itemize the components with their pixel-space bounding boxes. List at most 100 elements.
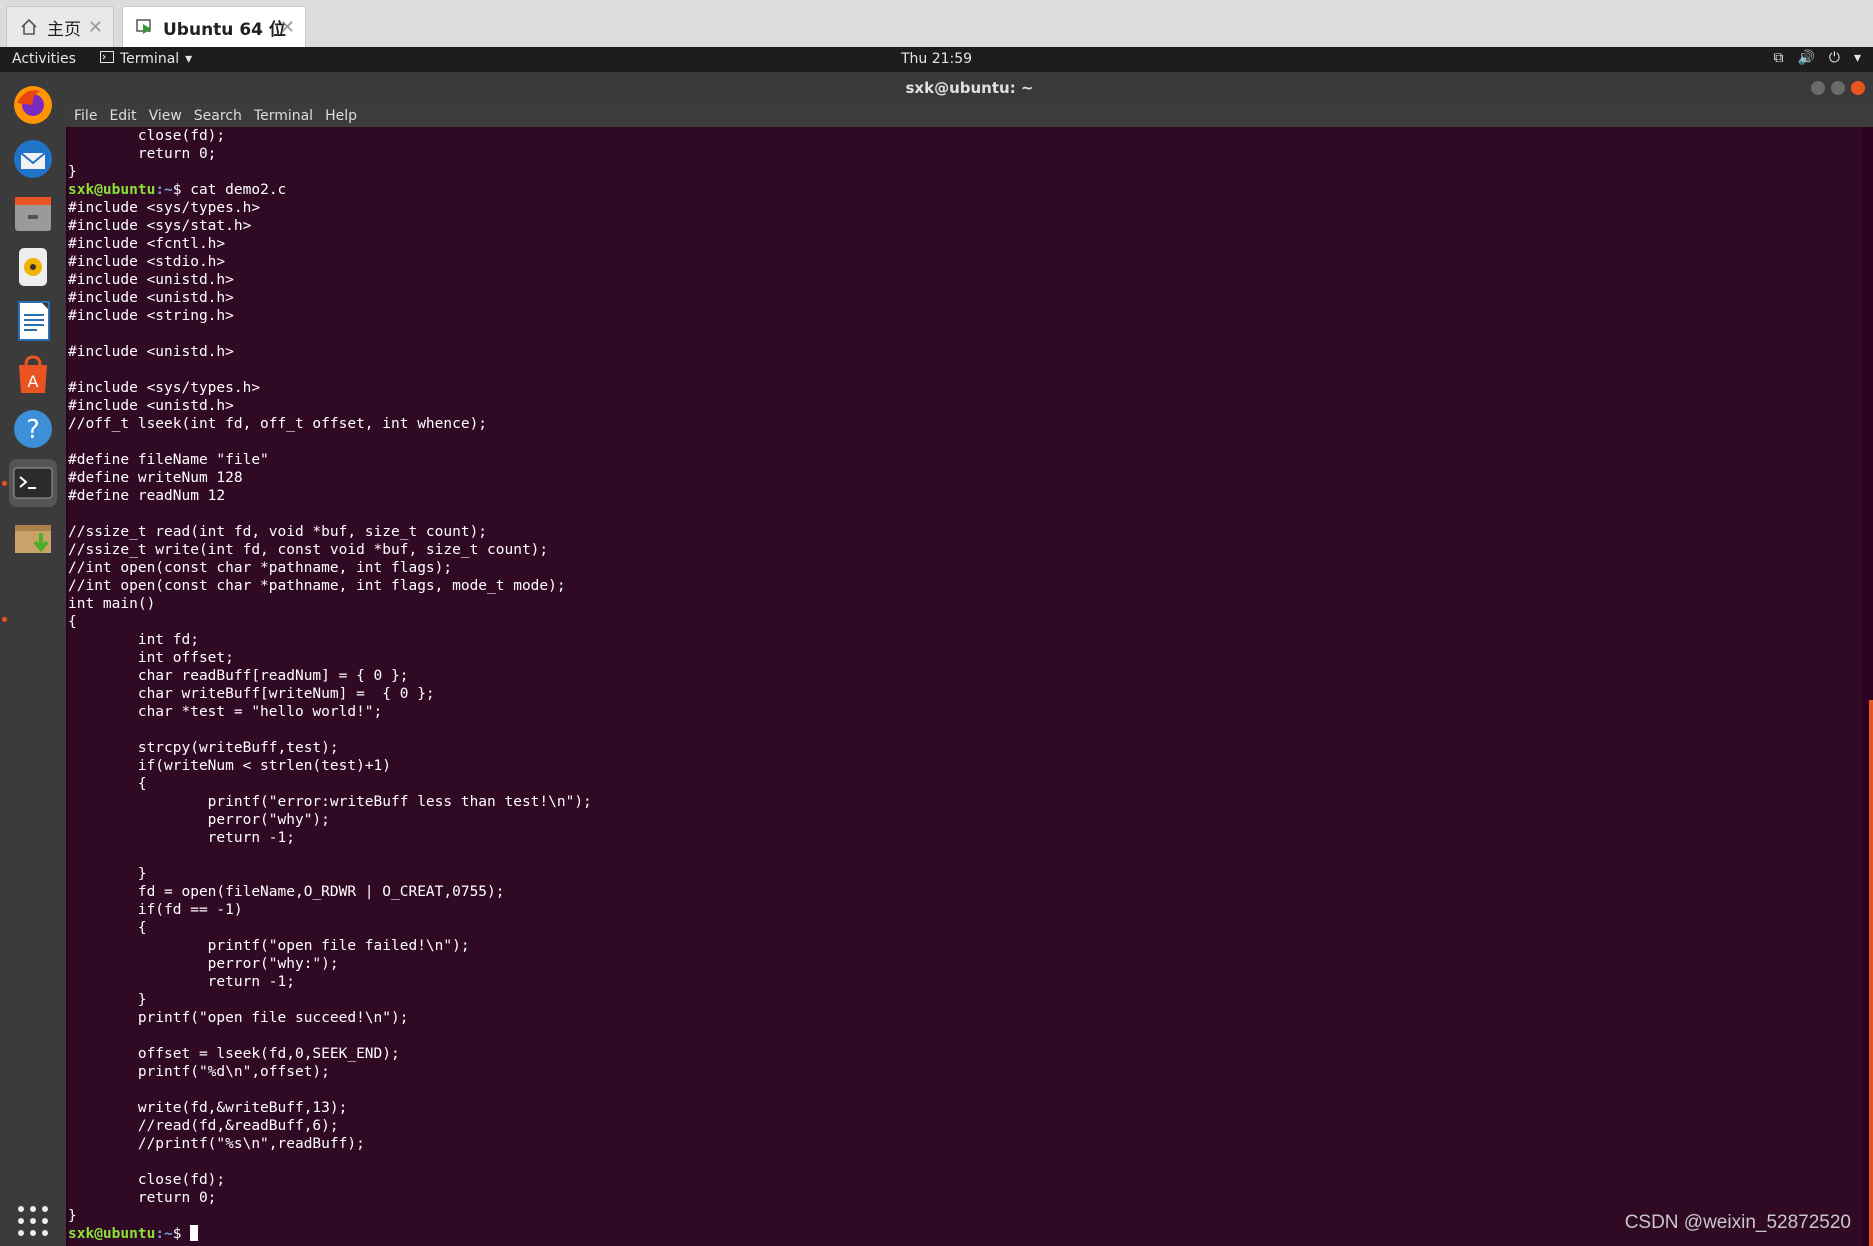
code-line: char writeBuff[writeNum] = { 0 };: [68, 686, 435, 702]
code-line: int main(): [68, 596, 156, 612]
prompt-path: :~: [155, 1226, 173, 1242]
menu-edit[interactable]: Edit: [109, 108, 136, 124]
prompt-user: sxk@ubuntu: [68, 1226, 156, 1242]
menu-terminal[interactable]: Terminal: [254, 108, 313, 124]
code-line: #define fileName "file": [68, 452, 269, 468]
minimize-button[interactable]: [1811, 81, 1825, 95]
window-title-bar[interactable]: sxk@ubuntu: ~: [66, 72, 1873, 104]
scrollbar[interactable]: [1869, 700, 1873, 1246]
code-line: #include <unistd.h>: [68, 344, 234, 360]
prompt-user: sxk@ubuntu: [68, 182, 156, 198]
tab-home-label: 主页: [47, 19, 81, 40]
menu-search[interactable]: Search: [194, 108, 242, 124]
code-line: perror("why");: [68, 812, 330, 828]
help-icon[interactable]: ?: [9, 405, 57, 453]
code-line: //read(fd,&readBuff,6);: [68, 1118, 339, 1134]
code-line: #include <unistd.h>: [68, 290, 234, 306]
libreoffice-writer-icon[interactable]: [9, 297, 57, 345]
code-line: return -1;: [68, 974, 295, 990]
terminal-icon[interactable]: [9, 459, 57, 507]
terminal-output[interactable]: close(fd); return 0;} sxk@ubuntu:~$ cat …: [68, 127, 1863, 1246]
terminal-menubar: File Edit View Search Terminal Help: [66, 104, 1873, 127]
code-line: char readBuff[readNum] = { 0 };: [68, 668, 409, 684]
prompt-symbol: $: [172, 1226, 191, 1242]
current-prompt[interactable]: sxk@ubuntu:~$: [68, 1225, 1863, 1243]
code-line: #include <stdio.h>: [68, 254, 226, 270]
code-line: #include <sys/types.h>: [68, 380, 261, 396]
thunderbird-icon[interactable]: [9, 135, 57, 183]
tab-ubuntu-vm[interactable]: Ubuntu 64 位 ✕: [122, 6, 306, 47]
code-line: //ssize_t write(int fd, const void *buf,…: [68, 542, 549, 558]
volume-icon: 🔊: [1797, 50, 1815, 66]
code-line: //printf("%s\n",readBuff);: [68, 1136, 365, 1152]
menu-help[interactable]: Help: [325, 108, 357, 124]
clock[interactable]: Thu 21:59: [0, 51, 1873, 67]
text-cursor: [190, 1225, 199, 1241]
code-line: printf("%d\n",offset);: [68, 1064, 330, 1080]
menu-view[interactable]: View: [149, 108, 182, 124]
code-line: write(fd,&writeBuff,13);: [68, 1100, 348, 1116]
code-line: {: [68, 614, 77, 630]
code-line: {: [68, 920, 147, 936]
code-line: }: [68, 164, 77, 180]
code-line: }: [68, 866, 147, 882]
code-line: close(fd);: [68, 128, 226, 144]
prompt-symbol: $: [172, 182, 191, 198]
system-tray[interactable]: ⧉ 🔊 ⏻ ▾: [1773, 50, 1861, 66]
svg-text:?: ?: [26, 415, 40, 445]
firefox-icon[interactable]: [9, 81, 57, 129]
code-line: char *test = "hello world!";: [68, 704, 383, 720]
command-text: cat demo2.c: [190, 182, 287, 198]
tab-home[interactable]: 主页 ✕: [6, 6, 114, 47]
code-line: return 0;: [68, 146, 217, 162]
code-line: }: [68, 1208, 77, 1224]
dock: A ?: [0, 72, 66, 1246]
maximize-button[interactable]: [1831, 81, 1845, 95]
code-line: //int open(const char *pathname, int fla…: [68, 578, 566, 594]
code-line: #include <fcntl.h>: [68, 236, 226, 252]
command-line: sxk@ubuntu:~$ cat demo2.c: [68, 181, 1863, 199]
show-apps-icon[interactable]: [9, 1197, 57, 1245]
code-line: int offset;: [68, 650, 234, 666]
code-line: #include <string.h>: [68, 308, 234, 324]
code-line: offset = lseek(fd,0,SEEK_END);: [68, 1046, 400, 1062]
installer-icon[interactable]: [9, 513, 57, 561]
code-line: //int open(const char *pathname, int fla…: [68, 560, 453, 576]
code-line: int fd;: [68, 632, 199, 648]
close-icon[interactable]: ✕: [280, 17, 295, 38]
close-icon[interactable]: ✕: [88, 17, 103, 38]
file-contents: #include <sys/types.h> #include <sys/stat…: [68, 199, 1863, 1225]
svg-text:A: A: [28, 372, 39, 391]
code-line: strcpy(writeBuff,test);: [68, 740, 339, 756]
code-line: return 0;: [68, 1190, 217, 1206]
code-line: #define readNum 12: [68, 488, 226, 504]
home-icon: [19, 17, 39, 37]
running-indicator: [2, 481, 7, 486]
code-line: perror("why:");: [68, 956, 339, 972]
vm-icon: [135, 17, 155, 37]
menu-file[interactable]: File: [74, 108, 97, 124]
close-button[interactable]: [1851, 81, 1865, 95]
code-line: if(fd == -1): [68, 902, 243, 918]
rhythmbox-icon[interactable]: [9, 243, 57, 291]
code-line: #include <sys/types.h>: [68, 200, 261, 216]
code-line: #include <unistd.h>: [68, 272, 234, 288]
window-title: sxk@ubuntu: ~: [905, 79, 1034, 97]
code-line: if(writeNum < strlen(test)+1): [68, 758, 392, 774]
tab-ubuntu-vm-label: Ubuntu 64 位: [163, 19, 286, 40]
software-center-icon[interactable]: A: [9, 351, 57, 399]
files-icon[interactable]: [9, 189, 57, 237]
code-line: {: [68, 776, 147, 792]
code-line: #define writeNum 128: [68, 470, 243, 486]
network-icon: ⧉: [1773, 50, 1784, 66]
code-line: #include <unistd.h>: [68, 398, 234, 414]
code-line: //off_t lseek(int fd, off_t offset, int …: [68, 416, 488, 432]
